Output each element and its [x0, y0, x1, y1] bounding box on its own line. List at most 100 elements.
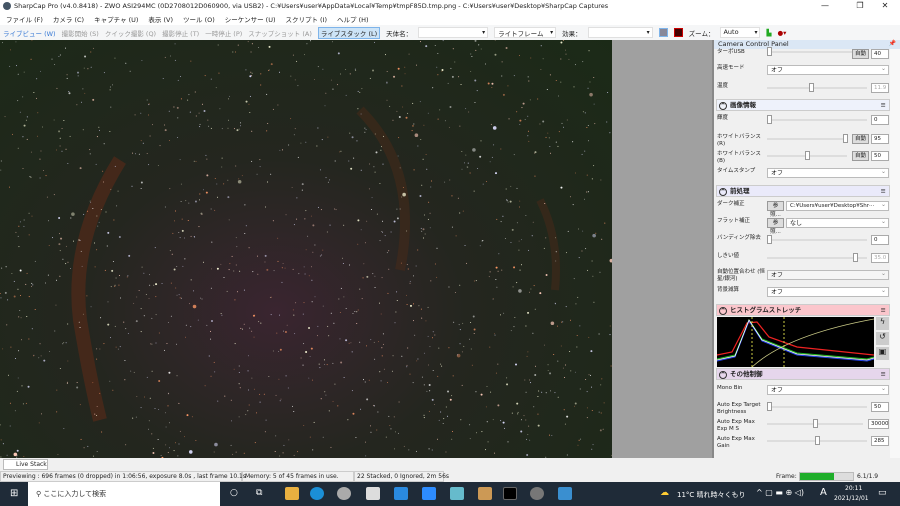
wb-red-value[interactable]: 95 [871, 134, 889, 144]
menu-icon[interactable]: ≡ [881, 100, 886, 111]
wb-blue-value[interactable]: 50 [871, 151, 889, 161]
ae-max-gain-value[interactable]: 285 [871, 436, 889, 446]
high-speed-select[interactable]: オフ [767, 64, 889, 75]
pin-icon[interactable]: 📌 [889, 40, 896, 47]
ae-target-value[interactable]: 50 [871, 402, 889, 412]
image-section-header[interactable]: ^ 画像情報 ≡ [716, 99, 890, 111]
turbo-usb-slider[interactable] [767, 47, 855, 56]
star [537, 395, 539, 397]
edge-icon[interactable] [310, 487, 324, 500]
preprocess-section-header[interactable]: ^ 前処理 ≡ [716, 185, 890, 197]
wb-blue-slider[interactable] [767, 151, 847, 160]
app-icon[interactable] [503, 487, 517, 500]
zoom-app-icon[interactable] [422, 487, 436, 500]
banding-value[interactable]: 0 [871, 235, 889, 245]
menu-view[interactable]: 表示 (V) [148, 14, 173, 24]
start-capture-button[interactable]: 撮影開始 (S) [62, 28, 99, 38]
pause-button[interactable]: 一時停止 (P) [205, 28, 242, 38]
store-icon[interactable] [366, 487, 380, 500]
menu-icon[interactable]: ≡ [881, 369, 886, 380]
wb-red-auto-button[interactable]: 自動 [852, 134, 869, 144]
tab-live-stack[interactable]: Live Stack [3, 459, 48, 470]
paint-icon[interactable] [478, 487, 492, 500]
notification-icon[interactable]: ▭ [878, 488, 887, 498]
target-name-combo[interactable] [418, 27, 489, 38]
reticle-icon[interactable] [673, 28, 683, 37]
clock-date[interactable]: 2021/12/01 [834, 495, 869, 502]
star [373, 341, 375, 343]
zoom-combo[interactable]: Auto [720, 27, 761, 38]
star [407, 112, 409, 114]
minimize-button[interactable]: — [810, 0, 840, 12]
close-button[interactable]: ✕ [870, 0, 900, 12]
mono-bin-select[interactable]: オフ [767, 384, 889, 395]
reset-icon[interactable]: ↺ [876, 332, 889, 345]
auto-stretch-icon[interactable]: ϟ [876, 317, 889, 330]
windows-start-icon[interactable]: ⊞ [10, 488, 18, 499]
magnifier-icon[interactable]: ●▾ [777, 29, 786, 37]
flat-select[interactable]: なし [786, 217, 889, 228]
sharpcap-icon[interactable] [530, 487, 544, 500]
histogram-plot[interactable] [717, 317, 874, 367]
menu-camera[interactable]: カメラ (C) [53, 14, 84, 24]
brightness-slider[interactable] [767, 115, 867, 124]
histogram-icon[interactable]: ▙ [766, 29, 771, 37]
photos-icon[interactable] [558, 487, 572, 500]
dark-select[interactable]: C:¥Users¥user¥Desktop¥Shr··· [786, 201, 889, 211]
star [272, 350, 274, 352]
weather-text[interactable]: 11°C 晴れ時々くもり [677, 490, 746, 500]
stop-capture-button[interactable]: 撮影停止 (T) [162, 28, 199, 38]
ime-indicator[interactable]: A [820, 487, 827, 498]
quick-capture-button[interactable]: クイック撮影 (Q) [105, 28, 156, 38]
auto-align-select[interactable]: オフ [767, 269, 889, 280]
grid-icon[interactable] [658, 28, 668, 37]
ae-target-slider[interactable] [767, 402, 867, 411]
clock-time[interactable]: 20:11 [845, 485, 862, 492]
app-icon[interactable] [337, 487, 351, 500]
timestamp-select[interactable]: オフ [767, 167, 889, 178]
menu-scripts[interactable]: スクリプト (I) [285, 14, 327, 24]
menu-help[interactable]: ヘルプ (H) [337, 14, 369, 24]
save-icon[interactable]: ▣ [876, 347, 889, 360]
star [586, 407, 588, 409]
background-subtraction-select[interactable]: オフ [767, 286, 889, 297]
panel-scrollbar[interactable] [890, 49, 900, 458]
menu-icon[interactable]: ≡ [881, 305, 886, 316]
brightness-value[interactable]: 0 [871, 115, 889, 125]
search-placeholder: ここに入力して検索 [43, 490, 107, 498]
star [365, 129, 367, 131]
ae-max-exp-slider[interactable] [767, 419, 863, 428]
tray-icons[interactable]: ^ ▢ ▬ ⊕ ◁) [756, 488, 804, 497]
menu-capture[interactable]: キャプチャ (U) [94, 14, 138, 24]
turbo-usb-value[interactable]: 40 [871, 49, 889, 59]
cortana-icon[interactable]: ○ [230, 488, 238, 498]
other-section-header[interactable]: ^ その他制御 ≡ [716, 368, 890, 380]
task-view-icon[interactable]: ⧉ [256, 488, 262, 498]
menu-tools[interactable]: ツール (O) [183, 14, 215, 24]
search-box[interactable]: ⚲ ここに入力して検索 [28, 482, 220, 506]
turbo-usb-auto-button[interactable]: 自動 [852, 49, 869, 59]
menu-icon[interactable]: ≡ [881, 186, 886, 197]
effect-combo[interactable] [587, 27, 653, 38]
star [39, 158, 41, 160]
frame-type-combo[interactable]: ライトフレーム [494, 27, 557, 38]
wb-red-slider[interactable] [767, 134, 848, 143]
star [259, 401, 261, 403]
ae-max-gain-slider[interactable] [767, 436, 867, 445]
flat-browse-button[interactable]: 参照... [767, 218, 784, 235]
file-explorer-icon[interactable] [285, 487, 299, 500]
menu-file[interactable]: ファイル (F) [6, 14, 43, 24]
ae-max-exp-value[interactable]: 30000 [868, 419, 889, 429]
star [201, 103, 203, 105]
app-icon[interactable] [450, 487, 464, 500]
mail-icon[interactable] [394, 487, 408, 500]
menu-sequencer[interactable]: シーケンサー (U) [225, 14, 276, 24]
dark-browse-button[interactable]: 参照... [767, 201, 784, 218]
banding-slider[interactable] [767, 235, 867, 244]
histogram-section-header[interactable]: ^ ヒストグラムストレッチ ≡ [716, 304, 890, 316]
wb-blue-auto-button[interactable]: 自動 [852, 151, 869, 161]
image-viewer[interactable] [0, 40, 612, 458]
live-view-button[interactable]: ライブビュー (W) [3, 28, 56, 38]
live-stack-button[interactable]: ライブスタック (L) [317, 26, 381, 39]
snapshot-button[interactable]: スナップショット (A) [248, 28, 312, 38]
